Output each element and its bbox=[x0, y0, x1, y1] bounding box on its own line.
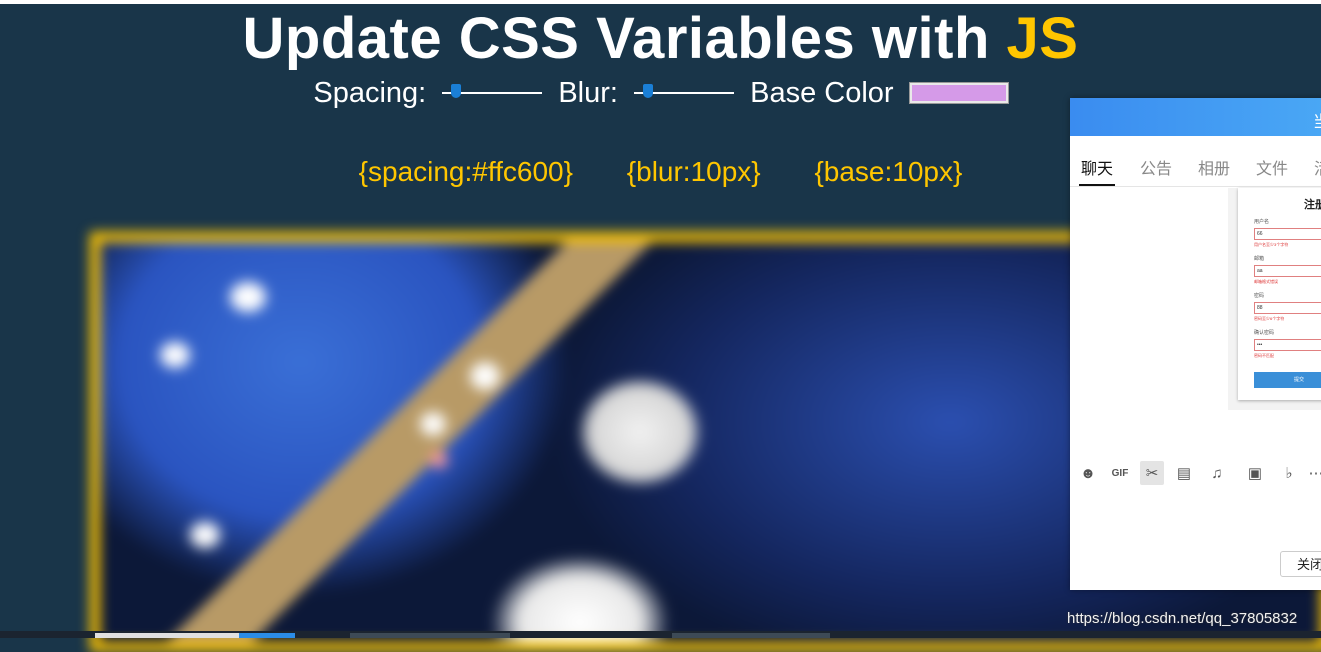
image-icon[interactable]: ▣ bbox=[1243, 461, 1267, 485]
form-input: ••• bbox=[1254, 339, 1321, 351]
spacing-slider[interactable] bbox=[442, 82, 543, 104]
gif-icon[interactable]: GIF bbox=[1108, 461, 1132, 485]
form-label: 用户名 bbox=[1254, 219, 1270, 225]
tab-files[interactable]: 文件 bbox=[1256, 155, 1288, 179]
form-input: 66 bbox=[1254, 228, 1321, 240]
register-form-title: 注册 bbox=[1304, 199, 1321, 211]
taskbar-item[interactable] bbox=[239, 633, 295, 638]
shared-screenshot-preview[interactable]: 注册 用户名 66 用户名至少3个字符 邮箱 aa 邮箱格式错误 密码 88 密… bbox=[1228, 188, 1321, 410]
blur-label: Blur: bbox=[558, 77, 618, 110]
photo-highlight bbox=[190, 522, 220, 548]
page-title-main: Update CSS Variables with bbox=[242, 6, 1007, 71]
page-title-highlight: JS bbox=[1006, 6, 1079, 71]
base-color-label: Base Color bbox=[750, 77, 894, 110]
form-input: 88 bbox=[1254, 302, 1321, 314]
photo-highlight bbox=[430, 452, 448, 468]
page-title: Update CSS Variables with JS bbox=[0, 6, 1321, 72]
photo-highlight bbox=[230, 282, 266, 312]
taskbar-item[interactable] bbox=[672, 633, 830, 638]
tab-activity[interactable]: 活 bbox=[1314, 155, 1321, 179]
form-label: 确认密码 bbox=[1254, 330, 1275, 336]
spacing-variable-text: {spacing:#ffc600} bbox=[358, 156, 573, 187]
photo-highlight bbox=[160, 342, 190, 368]
more-icon[interactable]: ⋯ bbox=[1304, 461, 1321, 485]
register-form-card: 注册 用户名 66 用户名至少3个字符 邮箱 aa 邮箱格式错误 密码 88 密… bbox=[1238, 188, 1321, 400]
base-color-picker[interactable] bbox=[909, 83, 1008, 104]
tab-album[interactable]: 相册 bbox=[1198, 155, 1230, 179]
chat-dialog: 当 聊天 公告 相册 文件 活 注册 用户名 66 用户名至少3个字符 邮箱 a… bbox=[1070, 98, 1321, 590]
music-icon[interactable]: ♫ bbox=[1205, 461, 1229, 485]
form-label: 邮箱 bbox=[1254, 256, 1265, 262]
form-input: aa bbox=[1254, 265, 1321, 277]
form-error: 密码不匹配 bbox=[1254, 353, 1274, 358]
scissors-icon[interactable]: ✂ bbox=[1140, 461, 1164, 485]
form-error: 邮箱格式错误 bbox=[1254, 279, 1278, 284]
form-error: 用户名至少3个字符 bbox=[1254, 242, 1289, 247]
dialog-title: 当 bbox=[1313, 108, 1321, 132]
photo-highlight bbox=[420, 412, 446, 436]
folder-icon[interactable]: ▤ bbox=[1172, 461, 1196, 485]
form-error: 密码至少6个字符 bbox=[1254, 316, 1285, 321]
close-button[interactable]: 关闭 bbox=[1280, 551, 1321, 577]
tab-chat[interactable]: 聊天 bbox=[1081, 155, 1113, 179]
bell-icon[interactable]: ♭ bbox=[1277, 461, 1301, 485]
chat-toolbar: ☻ GIF ✂ ▤ ♫ ▣ ♭ ⋯ bbox=[1070, 458, 1321, 488]
dialog-tabs: 聊天 公告 相册 文件 活 bbox=[1070, 150, 1321, 187]
browser-top-edge bbox=[0, 0, 1321, 4]
spacing-label: Spacing: bbox=[313, 77, 427, 110]
form-submit-button: 提交 bbox=[1254, 372, 1321, 388]
blur-slider[interactable] bbox=[634, 82, 735, 104]
base-variable-text: {base:10px} bbox=[814, 156, 963, 187]
taskbar-item[interactable] bbox=[95, 633, 239, 638]
taskbar-item[interactable] bbox=[350, 633, 510, 638]
blur-variable-text: {blur:10px} bbox=[626, 156, 761, 187]
active-tab-indicator bbox=[1079, 184, 1115, 186]
photo-highlight bbox=[470, 362, 500, 390]
taskbar bbox=[0, 631, 1321, 638]
dialog-header[interactable]: 当 bbox=[1070, 98, 1321, 136]
form-label: 密码 bbox=[1254, 293, 1265, 299]
blur-slider-thumb[interactable] bbox=[643, 84, 654, 99]
spacing-slider-thumb[interactable] bbox=[451, 84, 462, 99]
emoji-icon[interactable]: ☻ bbox=[1076, 461, 1100, 485]
watermark-url: https://blog.csdn.net/qq_37805832 bbox=[1067, 610, 1298, 627]
tab-announcement[interactable]: 公告 bbox=[1140, 155, 1172, 179]
